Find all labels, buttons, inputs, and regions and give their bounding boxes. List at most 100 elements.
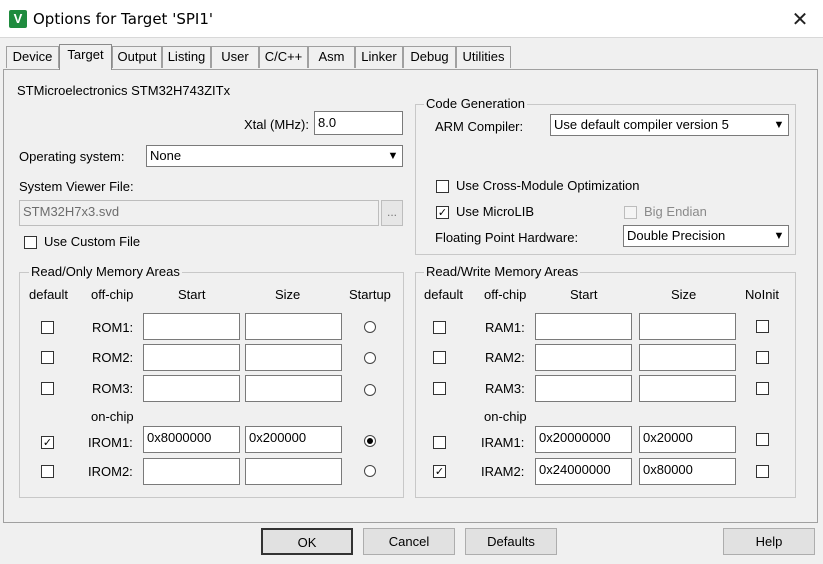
iram1-default-checkbox[interactable] [433,436,446,449]
ram2-start-input[interactable] [535,344,632,371]
ram3-label: RAM3: [485,381,525,396]
iram2-noinit-checkbox[interactable] [756,465,769,478]
ram3-size-input[interactable] [639,375,736,402]
tab-asm[interactable]: Asm [308,46,355,68]
rom3-default-checkbox[interactable] [41,382,54,395]
ram3-default-checkbox[interactable] [433,382,446,395]
rom3-size-input[interactable] [245,375,342,402]
iram1-size-input[interactable]: 0x20000 [639,426,736,453]
rom1-size-input[interactable] [245,313,342,340]
custom-file-checkbox[interactable] [24,236,37,249]
svd-label: System Viewer File: [19,179,134,194]
tab-output[interactable]: Output [112,46,162,68]
ro-header-startup: Startup [349,287,391,302]
irom1-start-input[interactable]: 0x8000000 [143,426,240,453]
xtal-input[interactable]: 8.0 [314,111,403,135]
ok-button[interactable]: OK [261,528,353,555]
rw-onchip-label: on-chip [484,409,527,424]
microlib-label: Use MicroLIB [456,204,535,219]
cancel-button[interactable]: Cancel [363,528,455,555]
svd-input: STM32H7x3.svd [19,200,379,226]
rom3-label: ROM3: [92,381,134,396]
ro-header-size: Size [275,287,301,302]
cross-module-checkbox[interactable] [436,180,449,193]
app-icon: V [9,10,27,28]
svd-browse-button: ... [381,200,403,226]
ro-header-default: default [29,287,69,302]
ro-header-offchip: off-chip [91,287,134,302]
defaults-button[interactable]: Defaults [465,528,557,555]
iram2-default-checkbox[interactable]: ✓ [433,465,446,478]
ram2-noinit-checkbox[interactable] [756,351,769,364]
fpu-select[interactable]: Double Precision ▼ [623,225,789,247]
rw-memory-title: Read/Write Memory Areas [424,264,581,280]
irom2-size-input[interactable] [245,458,342,485]
code-generation-title: Code Generation [424,96,528,112]
tab-c-cpp[interactable]: C/C++ [259,46,308,68]
irom2-startup-radio[interactable] [364,465,376,477]
fpu-value: Double Precision [627,228,726,243]
big-endian-label: Big Endian [644,204,707,219]
rw-header-size: Size [671,287,697,302]
compiler-select[interactable]: Use default compiler version 5 ▼ [550,114,789,136]
ram2-label: RAM2: [485,350,525,365]
big-endian-checkbox [624,206,637,219]
microlib-checkbox[interactable]: ✓ [436,206,449,219]
ram2-size-input[interactable] [639,344,736,371]
iram1-start-input[interactable]: 0x20000000 [535,426,632,453]
irom1-startup-radio[interactable] [364,435,376,447]
title-bar: V Options for Target 'SPI1' ✕ [0,0,823,38]
rom2-label: ROM2: [92,350,134,365]
rom2-startup-radio[interactable] [364,352,376,364]
help-button[interactable]: Help [723,528,815,555]
chevron-down-icon: ▼ [387,150,399,162]
tab-user[interactable]: User [211,46,259,68]
ram1-size-input[interactable] [639,313,736,340]
ram1-default-checkbox[interactable] [433,321,446,334]
os-select[interactable]: None ▼ [146,145,403,167]
ro-memory-title: Read/Only Memory Areas [29,264,182,280]
irom1-size-input[interactable]: 0x200000 [245,426,342,453]
rom3-start-input[interactable] [143,375,240,402]
os-value: None [150,148,182,163]
rom2-default-checkbox[interactable] [41,351,54,364]
irom1-default-checkbox[interactable]: ✓ [41,436,54,449]
rom1-startup-radio[interactable] [364,321,376,333]
cross-module-label: Use Cross-Module Optimization [456,178,640,193]
ram3-start-input[interactable] [535,375,632,402]
window-title: Options for Target 'SPI1' [33,10,213,28]
ram2-default-checkbox[interactable] [433,351,446,364]
ro-header-start: Start [178,287,206,302]
rom1-label: ROM1: [92,320,134,335]
irom2-start-input[interactable] [143,458,240,485]
compiler-label: ARM Compiler: [435,119,524,134]
ram3-noinit-checkbox[interactable] [756,382,769,395]
tab-linker[interactable]: Linker [355,46,403,68]
tab-utilities[interactable]: Utilities [456,46,511,68]
tab-device[interactable]: Device [6,46,59,68]
irom2-default-checkbox[interactable] [41,465,54,478]
iram2-size-input[interactable]: 0x80000 [639,458,736,485]
rw-header-default: default [424,287,464,302]
irom1-label: IROM1: [88,435,133,450]
rom2-start-input[interactable] [143,344,240,371]
tab-target[interactable]: Target [59,44,112,70]
ram1-start-input[interactable] [535,313,632,340]
rw-header-noinit: NoInit [745,287,779,302]
tab-debug[interactable]: Debug [403,46,456,68]
rom1-default-checkbox[interactable] [41,321,54,334]
ram1-noinit-checkbox[interactable] [756,320,769,333]
device-name: STMicroelectronics STM32H743ZITx [17,83,231,98]
iram1-noinit-checkbox[interactable] [756,433,769,446]
tab-listing[interactable]: Listing [162,46,211,68]
iram2-label: IRAM2: [481,464,525,479]
compiler-value: Use default compiler version 5 [554,117,729,132]
rw-header-start: Start [570,287,598,302]
iram2-start-input[interactable]: 0x24000000 [535,458,632,485]
rom3-startup-radio[interactable] [364,384,376,396]
close-icon[interactable]: ✕ [777,0,823,38]
rom2-size-input[interactable] [245,344,342,371]
ro-onchip-label: on-chip [91,409,134,424]
rom1-start-input[interactable] [143,313,240,340]
fpu-label: Floating Point Hardware: [435,230,579,245]
